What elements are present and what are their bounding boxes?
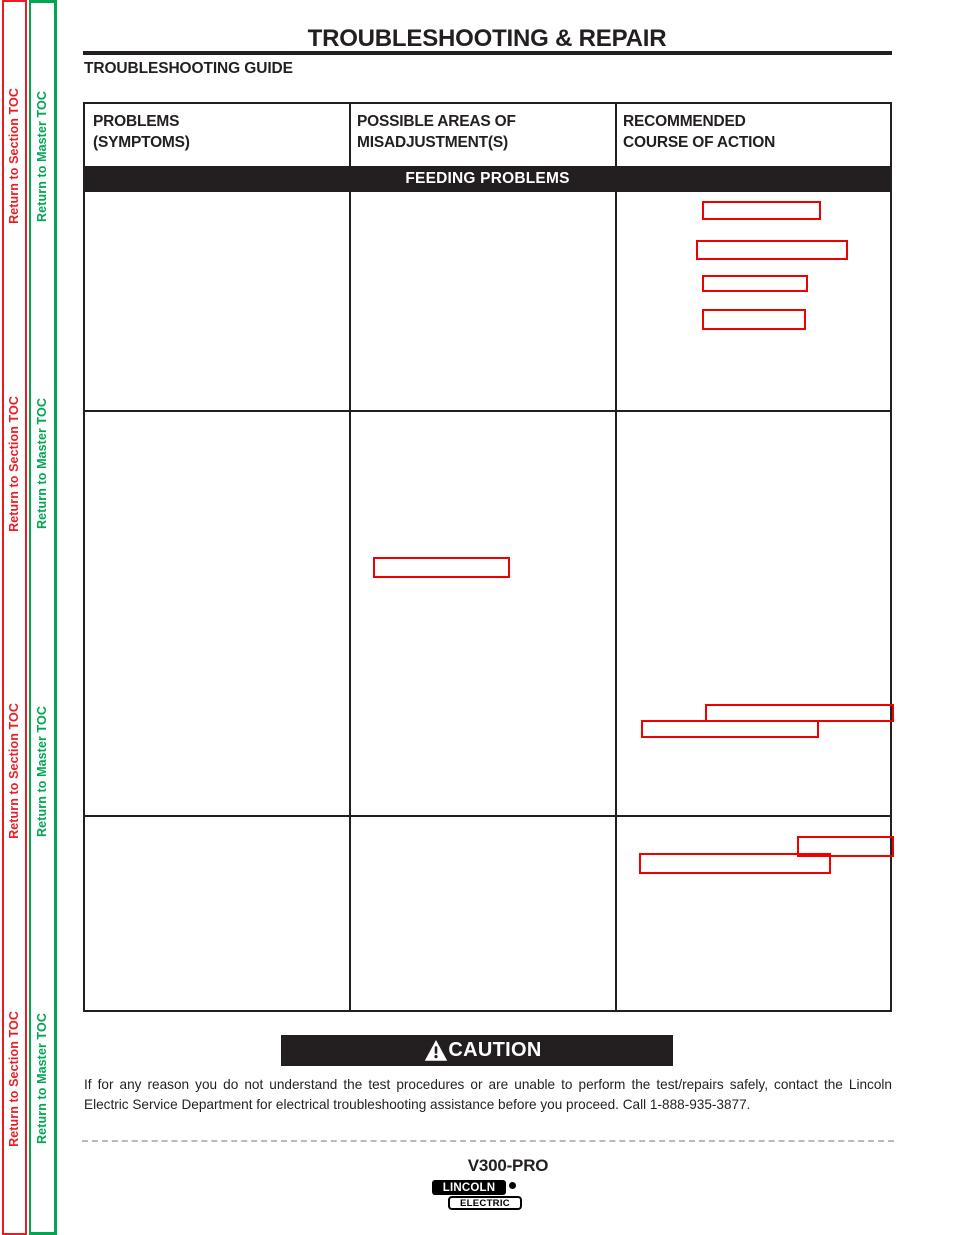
sidebar-item-label: Return to Section TOC: [7, 1011, 22, 1148]
warning-triangle-icon: [424, 1040, 448, 1061]
redacted-link-box[interactable]: [641, 720, 819, 738]
sidebar-item-return-to-master-toc[interactable]: Return to Master TOC: [29, 617, 57, 925]
caution-banner: CAUTION: [281, 1035, 673, 1066]
sidebar-item-label: Return to Section TOC: [7, 395, 22, 532]
toc-sidebar: Return to Section TOC Return to Section …: [0, 0, 62, 1235]
sidebar-item-label: Return to Master TOC: [35, 398, 50, 530]
sidebar-item-return-to-master-toc[interactable]: Return to Master TOC: [29, 0, 57, 311]
sidebar-item-return-to-section-toc[interactable]: Return to Section TOC: [2, 617, 27, 926]
section-heading: TROUBLESHOOTING GUIDE: [84, 60, 293, 77]
logo-registered-mark-icon: [509, 1182, 516, 1189]
page-content: TROUBLESHOOTING & REPAIR TROUBLESHOOTING…: [62, 0, 954, 1235]
redacted-link-box[interactable]: [373, 557, 510, 578]
lincoln-electric-logo: LINCOLN ELECTRIC: [432, 1180, 524, 1214]
table-column-divider: [349, 104, 351, 1010]
column-header-line: COURSE OF ACTION: [623, 133, 776, 151]
redacted-link-box[interactable]: [696, 240, 848, 260]
caution-body-text: If for any reason you do not understand …: [84, 1077, 892, 1112]
column-header-line: PROBLEMS: [93, 113, 180, 130]
column-header-possible-areas: POSSIBLE AREAS OF MISADJUSTMENT(S): [357, 112, 607, 153]
sidebar-item-label: Return to Section TOC: [7, 87, 22, 224]
redacted-link-box[interactable]: [702, 309, 806, 330]
column-header-line: POSSIBLE AREAS OF: [357, 113, 516, 130]
sidebar-item-label: Return to Section TOC: [7, 703, 22, 840]
column-header-recommended-action: RECOMMENDED COURSE OF ACTION: [623, 112, 883, 153]
logo-lincoln-text: LINCOLN: [432, 1180, 506, 1195]
sidebar-item-return-to-master-toc[interactable]: Return to Master TOC: [29, 310, 57, 618]
column-header-problems: PROBLEMS (SYMPTOMS): [93, 112, 343, 153]
sidebar-item-label: Return to Master TOC: [35, 91, 50, 223]
redacted-link-box[interactable]: [639, 853, 831, 874]
sidebar-item-return-to-section-toc[interactable]: Return to Section TOC: [2, 309, 27, 618]
sidebar-item-label: Return to Master TOC: [35, 1012, 50, 1144]
table-column-divider: [615, 104, 617, 1010]
caution-label: CAUTION: [448, 1039, 542, 1061]
troubleshooting-table: PROBLEMS (SYMPTOMS) POSSIBLE AREAS OF MI…: [83, 102, 894, 1012]
footer-divider: [82, 1140, 894, 1142]
table-row-divider: [85, 410, 890, 412]
sidebar-item-return-to-section-toc[interactable]: Return to Section TOC: [2, 0, 27, 310]
column-header-line: (SYMPTOMS): [93, 133, 190, 151]
logo-electric-text: ELECTRIC: [448, 1196, 522, 1210]
section-toc-column: Return to Section TOC Return to Section …: [2, 0, 27, 1235]
table-section-band: FEEDING PROBLEMS: [83, 166, 892, 192]
redacted-link-box[interactable]: [702, 201, 821, 220]
sidebar-item-return-to-master-toc[interactable]: Return to Master TOC: [29, 924, 57, 1235]
table-header-row: PROBLEMS (SYMPTOMS) POSSIBLE AREAS OF MI…: [85, 104, 890, 166]
sidebar-item-label: Return to Master TOC: [35, 705, 50, 837]
redacted-link-box[interactable]: [702, 275, 808, 292]
column-header-line: RECOMMENDED: [623, 113, 746, 130]
title-divider: [83, 51, 892, 55]
master-toc-column: Return to Master TOC Return to Master TO…: [29, 0, 57, 1235]
table-row-divider: [85, 815, 890, 817]
sidebar-item-return-to-section-toc[interactable]: Return to Section TOC: [2, 925, 27, 1235]
column-header-line: MISADJUSTMENT(S): [357, 133, 508, 151]
page-title: TROUBLESHOOTING & REPAIR: [307, 25, 667, 52]
footer-model-name: V300-PRO: [467, 1156, 549, 1175]
